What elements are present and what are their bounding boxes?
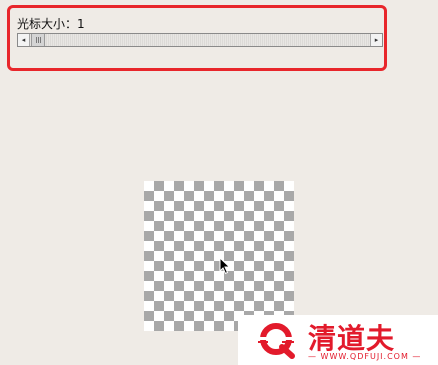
grip-line (37, 37, 39, 43)
scroll-thumb[interactable] (31, 34, 45, 46)
qdf-logo-icon (258, 323, 295, 359)
watermark: 清道夫 — WWW.QDFUJI.COM — (238, 315, 438, 365)
cursor-preview-canvas (144, 181, 294, 331)
watermark-title: 清道夫 (308, 322, 396, 355)
grip-line (35, 37, 37, 43)
arrow-left-icon: ◂ (21, 35, 26, 44)
mouse-pointer-icon (219, 257, 231, 275)
cursor-size-scrollbar[interactable]: ◂ ▸ (17, 33, 383, 47)
grip-line (39, 37, 41, 43)
watermark-url: — WWW.QDFUJI.COM — (308, 352, 422, 361)
scroll-track[interactable] (46, 34, 370, 46)
scroll-left-button[interactable]: ◂ (18, 34, 30, 46)
arrow-right-icon: ▸ (374, 35, 379, 44)
cursor-size-label: 光标大小：1 (17, 17, 85, 31)
scroll-right-button[interactable]: ▸ (370, 34, 382, 46)
